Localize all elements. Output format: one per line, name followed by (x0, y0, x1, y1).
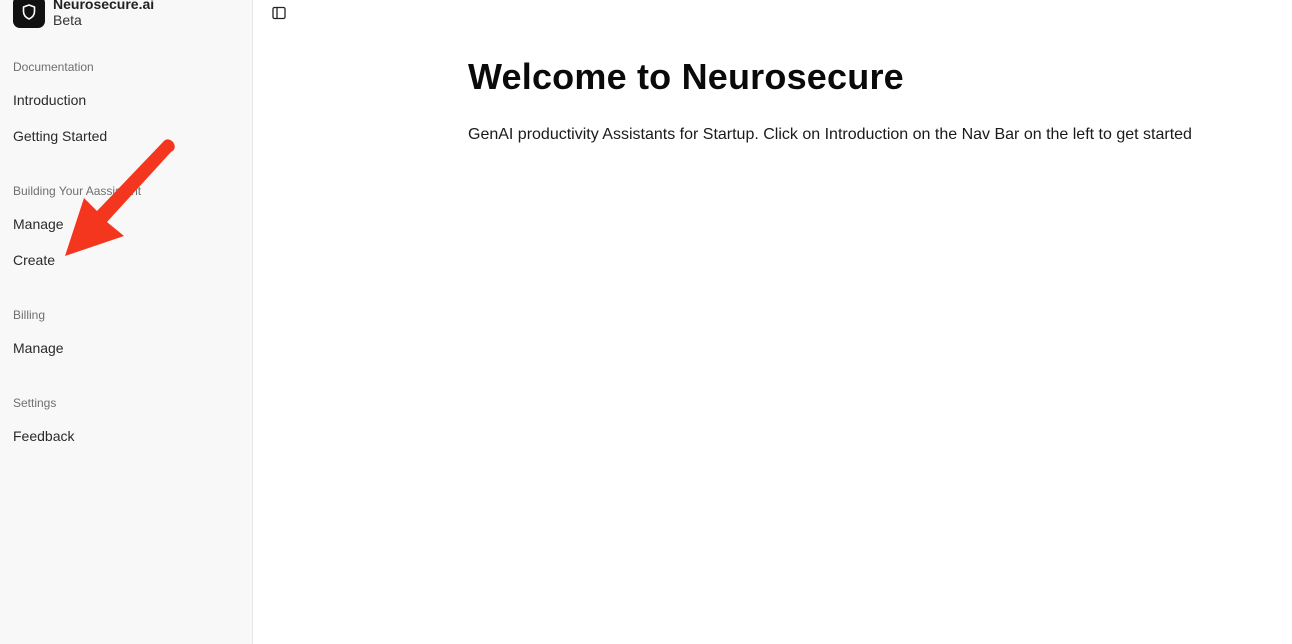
page-title: Welcome to Neurosecure (468, 56, 904, 97)
page-description: GenAI productivity Assistants for Startu… (468, 126, 1192, 143)
sidebar-toggle-icon (272, 6, 286, 20)
sidebar-item-getting-started[interactable]: Getting Started (13, 128, 107, 144)
sidebar-toggle-button[interactable] (270, 4, 288, 22)
sidebar-item-assistant-create[interactable]: Create (13, 252, 55, 268)
nav-group-documentation: Documentation (13, 60, 94, 74)
nav-group-building-assistant: Building Your Aassistant (13, 184, 142, 198)
app-root: Neurosecure.ai Beta Documentation Introd… (0, 0, 1292, 644)
brand-text: Neurosecure.ai Beta (53, 0, 154, 28)
sidebar: Neurosecure.ai Beta Documentation Introd… (0, 0, 253, 644)
brand-badge: Beta (53, 12, 82, 28)
shield-icon (13, 0, 45, 28)
nav-group-settings: Settings (13, 396, 57, 410)
sidebar-item-assistant-manage[interactable]: Manage (13, 216, 64, 232)
sidebar-item-feedback[interactable]: Feedback (13, 428, 74, 444)
brand[interactable]: Neurosecure.ai Beta (13, 0, 154, 29)
nav-group-billing: Billing (13, 308, 46, 322)
brand-name: Neurosecure.ai (53, 0, 155, 12)
sidebar-item-introduction[interactable]: Introduction (13, 92, 86, 108)
sidebar-item-billing-manage[interactable]: Manage (13, 340, 64, 356)
